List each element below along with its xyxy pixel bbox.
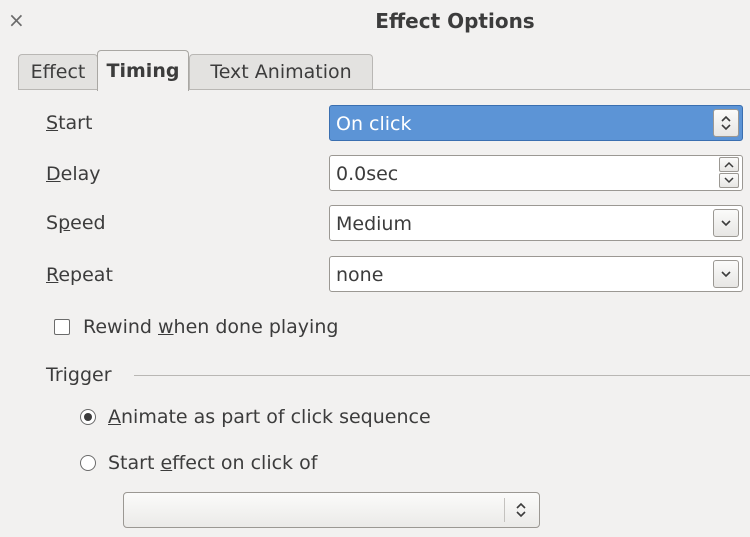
delay-value: 0.0sec — [336, 163, 399, 185]
animate-sequence-label: Animate as part of click sequence — [108, 406, 431, 428]
chevron-down-icon[interactable] — [713, 260, 739, 288]
title-bar: × Effect Options — [0, 0, 750, 44]
start-combobox[interactable]: On click — [329, 105, 743, 141]
tab-effect[interactable]: Effect — [18, 54, 98, 89]
rewind-checkbox-row[interactable]: Rewind when done playing — [54, 316, 338, 338]
repeat-label: Repeat — [46, 264, 113, 286]
animate-sequence-radio[interactable] — [80, 409, 96, 425]
dialog-title: Effect Options — [375, 9, 535, 33]
up-down-chevron-icon[interactable] — [713, 109, 739, 137]
chevron-up-icon[interactable] — [719, 157, 739, 172]
start-on-click-radio[interactable] — [80, 455, 96, 471]
tab-text-animation[interactable]: Text Animation — [189, 54, 373, 89]
delay-spin-buttons[interactable] — [719, 157, 741, 189]
combo-separator — [504, 498, 505, 522]
speed-value: Medium — [336, 213, 412, 235]
chevron-down-icon[interactable] — [719, 173, 739, 188]
chevron-down-icon[interactable] — [713, 209, 739, 237]
repeat-dropdown[interactable]: none — [329, 256, 743, 292]
speed-label: Speed — [46, 212, 106, 234]
start-on-click-label: Start effect on click of — [108, 452, 318, 474]
repeat-value: none — [336, 264, 384, 286]
delay-label: Delay — [46, 163, 101, 185]
trigger-group-label: Trigger — [46, 364, 112, 386]
speed-dropdown[interactable]: Medium — [329, 205, 743, 241]
rewind-checkbox[interactable] — [54, 319, 70, 335]
animate-sequence-radio-row[interactable]: Animate as part of click sequence — [80, 406, 431, 428]
trigger-group-separator — [134, 375, 750, 376]
start-label: Start — [46, 112, 93, 134]
start-on-click-radio-row[interactable]: Start effect on click of — [80, 452, 317, 474]
start-value: On click — [336, 113, 412, 135]
rewind-label: Rewind when done playing — [83, 316, 339, 338]
tab-timing[interactable]: Timing — [97, 50, 189, 91]
delay-spinfield[interactable]: 0.0sec — [329, 155, 743, 191]
up-down-chevron-icon[interactable] — [511, 500, 531, 520]
trigger-shape-combobox[interactable] — [123, 492, 540, 528]
